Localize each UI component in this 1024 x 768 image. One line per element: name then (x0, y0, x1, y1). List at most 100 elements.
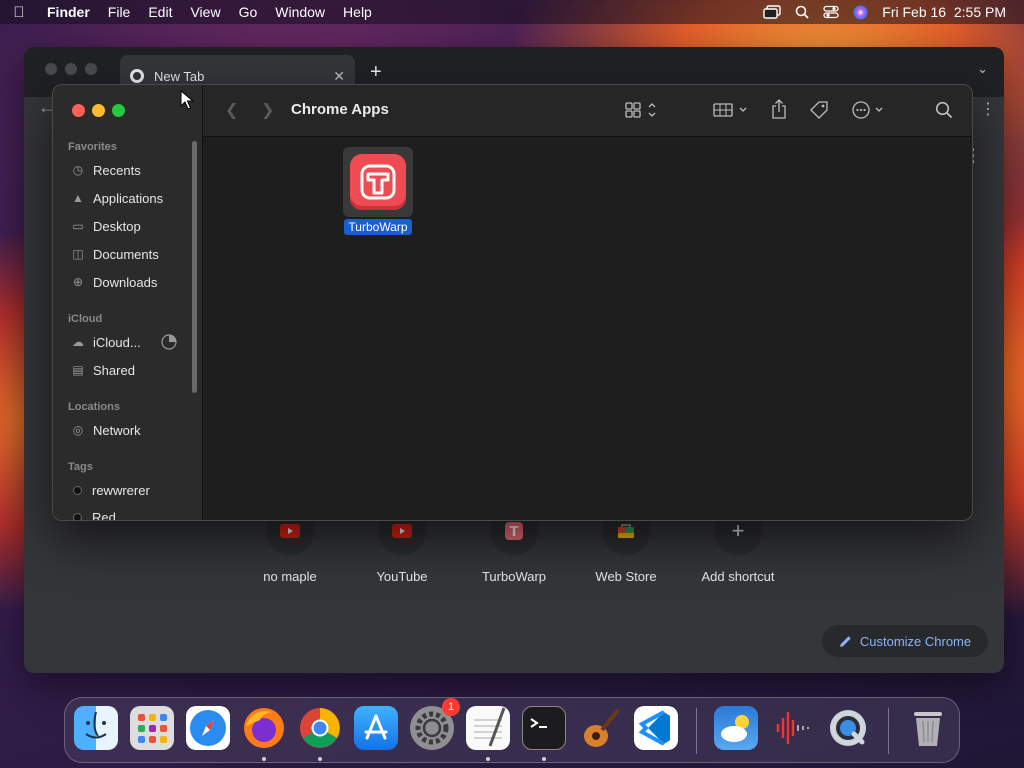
turbowarp-app-icon (343, 147, 413, 217)
back-chevron-icon[interactable]: ❮ (225, 100, 238, 120)
sidebar-item-recents[interactable]: ◷ Recents (71, 159, 141, 181)
tag-dot-icon (73, 485, 82, 495)
sidebar-item-tag-red[interactable]: Red (71, 506, 116, 521)
more-actions-icon[interactable] (851, 100, 887, 120)
zoom-window-button[interactable] (112, 104, 125, 117)
applications-icon: ▲ (72, 191, 84, 205)
terminal-dock-icon[interactable] (522, 706, 566, 750)
spotlight-search-icon[interactable] (795, 5, 809, 19)
textedit-dock-icon[interactable] (466, 706, 510, 750)
search-icon[interactable] (935, 101, 953, 119)
sidebar-item-documents[interactable]: ◫ Documents (71, 243, 159, 265)
clock-icon: ◷ (72, 163, 84, 177)
file-item-turbowarp[interactable]: TurboWarp (341, 147, 415, 236)
running-indicator (486, 757, 490, 761)
running-indicator (262, 757, 266, 761)
sidebar-item-shared[interactable]: ▤ Shared (71, 359, 135, 381)
sidebar-item-label: Applications (93, 190, 164, 206)
icon-view-grid-icon[interactable] (625, 101, 657, 119)
mouse-pointer-icon (180, 90, 194, 110)
sidebar-item-tag-rewwrerer[interactable]: rewwrerer (71, 479, 150, 501)
shortcut-label: Add shortcut (701, 569, 775, 584)
running-indicator (318, 757, 322, 761)
sidebar-item-applications[interactable]: ▲ Applications (71, 187, 163, 209)
menu-view[interactable]: View (181, 4, 229, 20)
sync-progress-icon (161, 334, 177, 350)
chrome-favicon-icon (130, 69, 144, 83)
forward-chevron-icon[interactable]: ❯ (261, 100, 274, 120)
tab-search-chevron-icon[interactable]: ⌄ (977, 61, 988, 77)
notification-badge: 1 (442, 698, 460, 716)
apple-menu-icon[interactable]:  (0, 4, 38, 21)
chrome-menu-icon[interactable]: ⋮ (980, 99, 996, 119)
finder-sidebar: Favorites ◷ Recents ▲ Applications ▭ Des… (53, 85, 203, 520)
chrome-zoom-button[interactable] (85, 63, 97, 75)
menu-file[interactable]: File (99, 4, 140, 20)
app-store-dock-icon[interactable] (354, 706, 398, 750)
dock: 1 (64, 697, 960, 763)
chrome-dock-icon[interactable] (298, 706, 342, 750)
shortcut-label: YouTube (376, 569, 428, 584)
shortcut-label: Web Store (595, 569, 657, 584)
customize-chrome-label: Customize Chrome (859, 633, 972, 649)
share-icon[interactable] (771, 99, 787, 119)
chrome-close-button[interactable] (45, 63, 57, 75)
screen-mirroring-icon[interactable] (763, 5, 781, 19)
locations-header: Locations (68, 401, 120, 413)
minimize-window-button[interactable] (92, 104, 105, 117)
menu-edit[interactable]: Edit (139, 4, 181, 20)
firefox-dock-icon[interactable] (242, 706, 286, 750)
control-center-icon[interactable] (823, 5, 839, 19)
siri-icon[interactable] (853, 5, 868, 20)
shortcut-label: no maple (263, 569, 317, 584)
menu-clock[interactable]: Fri Feb 16 2:55 PM (882, 4, 1006, 20)
garageband-dock-icon[interactable] (578, 706, 622, 750)
menu-app-name[interactable]: Finder (38, 4, 99, 20)
running-indicator (542, 757, 546, 761)
close-window-button[interactable] (72, 104, 85, 117)
sidebar-item-label: iCloud... (93, 334, 141, 350)
svg-text:T: T (510, 525, 519, 540)
sidebar-item-icloud-drive[interactable]: ☁ iCloud... (71, 331, 177, 353)
menu-help[interactable]: Help (334, 4, 381, 20)
chrome-minimize-button[interactable] (65, 63, 77, 75)
sidebar-item-label: rewwrerer (92, 482, 150, 498)
sidebar-scrollbar[interactable] (192, 141, 197, 393)
chrome-tab-title: New Tab (154, 68, 205, 84)
sidebar-item-label: Downloads (93, 274, 158, 290)
launchpad-dock-icon[interactable] (130, 706, 174, 750)
globe-icon: ◎ (72, 423, 84, 437)
system-settings-dock-icon[interactable]: 1 (410, 698, 460, 750)
voice-memos-dock-icon[interactable] (770, 706, 814, 750)
tag-icon[interactable] (809, 100, 829, 120)
dock-separator (888, 708, 889, 754)
sidebar-item-label: Shared (93, 362, 135, 378)
new-tab-button[interactable]: + (370, 61, 382, 84)
sidebar-item-label: Documents (93, 246, 159, 262)
dock-separator (696, 708, 697, 754)
finder-toolbar: ❮ ❯ Chrome Apps (203, 85, 972, 137)
quicktime-dock-icon[interactable] (826, 706, 870, 750)
sidebar-item-desktop[interactable]: ▭ Desktop (71, 215, 141, 237)
sidebar-item-label: Red (92, 509, 116, 521)
tag-dot-icon (73, 512, 82, 520)
icloud-header: iCloud (68, 313, 103, 325)
menu-window[interactable]: Window (266, 4, 334, 20)
sidebar-item-label: Desktop (93, 218, 141, 234)
vscode-dock-icon[interactable] (634, 706, 678, 750)
desktop-icon: ▭ (72, 219, 84, 233)
tags-header: Tags (68, 461, 93, 473)
weather-dock-icon[interactable] (714, 706, 758, 750)
sidebar-item-network[interactable]: ◎ Network (71, 419, 141, 441)
finder-window: Favorites ◷ Recents ▲ Applications ▭ Des… (52, 84, 973, 521)
document-icon: ◫ (72, 247, 84, 261)
shared-folder-icon: ▤ (72, 363, 84, 377)
customize-chrome-button[interactable]: Customize Chrome (822, 625, 988, 657)
finder-dock-icon[interactable] (74, 706, 118, 750)
group-by-icon[interactable] (713, 101, 749, 119)
trash-dock-icon[interactable] (906, 706, 950, 750)
menu-go[interactable]: Go (230, 4, 267, 20)
sidebar-item-downloads[interactable]: ⊕ Downloads (71, 271, 157, 293)
close-tab-icon[interactable]: ✕ (333, 68, 345, 85)
safari-dock-icon[interactable] (186, 706, 230, 750)
